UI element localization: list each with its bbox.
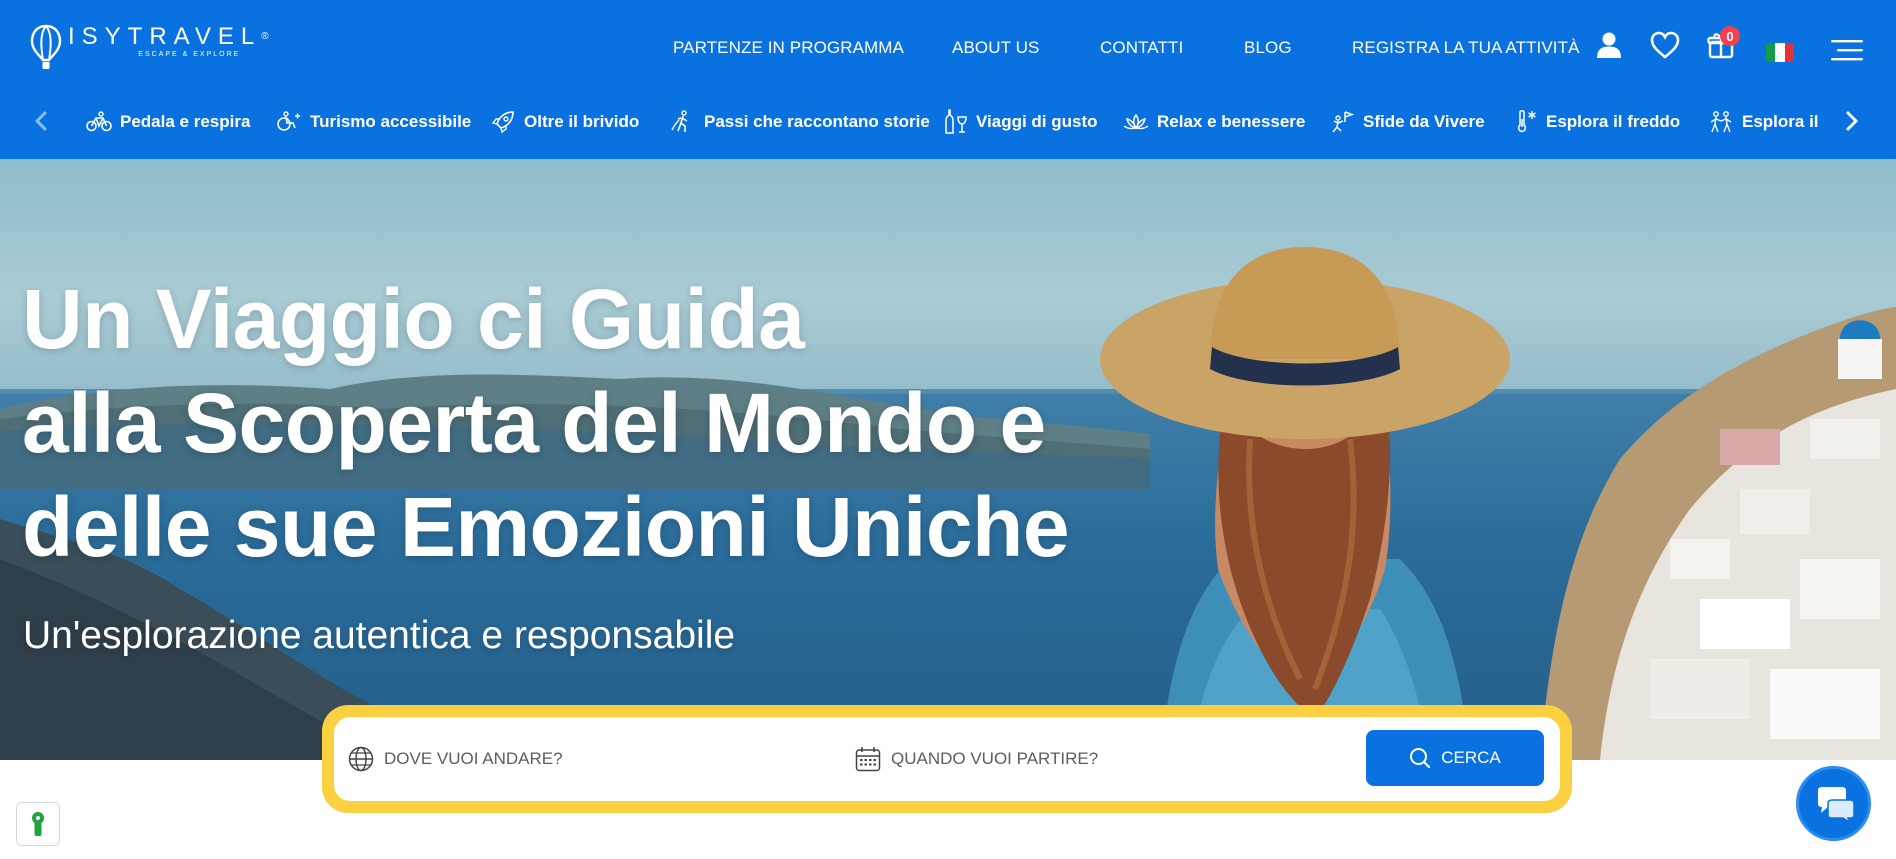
category-label: Turismo accessibile — [310, 112, 472, 131]
search-bar-frame: CERCA — [322, 705, 1572, 813]
nav-partenze[interactable]: PARTENZE IN PROGRAMMA — [673, 38, 904, 58]
category-label: Pedala e respira — [120, 112, 251, 131]
globe-icon — [348, 746, 374, 772]
date-field[interactable] — [855, 739, 1311, 779]
category-oltre-brivido[interactable]: Oltre il brivido — [490, 108, 639, 136]
category-label: Passi che raccontano storie — [704, 112, 930, 131]
hero-title-line: delle sue Emozioni Uniche — [22, 480, 1070, 574]
hamburger-menu-icon — [1831, 40, 1863, 61]
search-form: CERCA — [334, 717, 1560, 801]
chat-button[interactable] — [1796, 766, 1871, 841]
accessibility-icon — [277, 111, 300, 131]
hiker-icon — [671, 110, 688, 132]
flag-stripe-green — [1766, 43, 1776, 62]
language-flag-it[interactable] — [1766, 43, 1794, 62]
bicycle-icon — [86, 111, 112, 132]
carousel-prev-button[interactable] — [29, 108, 53, 134]
chat-bubbles-icon — [1817, 786, 1855, 822]
category-relax[interactable]: Relax e benessere — [1123, 108, 1305, 136]
category-esplora-freddo[interactable]: Esplora il freddo — [1514, 108, 1680, 136]
category-label: Esplora il se — [1742, 112, 1824, 131]
account-button[interactable] — [1594, 30, 1624, 60]
menu-button[interactable] — [1831, 37, 1863, 63]
category-esplora-se[interactable]: Esplora il se — [1708, 108, 1824, 136]
nav-about-us[interactable]: ABOUT US — [952, 38, 1039, 58]
date-input[interactable] — [891, 749, 1311, 769]
category-list: Pedala e respira Turismo accessibile Olt… — [78, 100, 1824, 144]
category-label: Esplora il freddo — [1546, 112, 1681, 131]
wine-icon — [945, 109, 967, 134]
nav-contatti[interactable]: CONTATTI — [1100, 38, 1183, 58]
flag-climb-icon — [1332, 111, 1355, 133]
carousel-next-button[interactable] — [1840, 108, 1864, 134]
category-turismo-accessibile[interactable]: Turismo accessibile — [276, 108, 471, 136]
search-button-label: CERCA — [1441, 748, 1501, 767]
flag-stripe-red — [1784, 43, 1794, 62]
category-viaggi-gusto[interactable]: Viaggi di gusto — [944, 108, 1098, 136]
heart-icon — [1650, 31, 1680, 59]
calendar-icon — [855, 747, 881, 772]
destination-field[interactable] — [348, 739, 804, 779]
site-header: ISYTRAVEL® ESCAPE & EXPLORE PARTENZE IN … — [0, 0, 1896, 159]
cart-count-badge: 0 — [1720, 26, 1740, 46]
keyhole-icon — [32, 812, 44, 836]
lotus-icon — [1123, 113, 1149, 130]
category-label: Relax e benessere — [1157, 112, 1306, 131]
cookie-consent-button[interactable] — [16, 802, 60, 846]
cart-button[interactable]: 0 — [1706, 26, 1740, 60]
category-carousel: Pedala e respira Turismo accessibile Olt… — [0, 100, 1896, 144]
hero-banner: Un Viaggio ci Guida alla Scoperta del Mo… — [0, 159, 1896, 760]
category-label: Oltre il brivido — [524, 112, 640, 131]
search-icon — [1410, 748, 1431, 769]
nav-blog[interactable]: BLOG — [1244, 38, 1292, 58]
category-label: Sfide da Vivere — [1363, 112, 1485, 131]
hero-title-line: alla Scoperta del Mondo e — [22, 376, 1046, 470]
chevron-left-icon — [35, 111, 47, 131]
hero-subtitle: Un'esplorazione autentica e responsabile — [23, 614, 736, 657]
people-icon — [1710, 111, 1732, 133]
hero-traveler-image — [1100, 247, 1510, 760]
search-button[interactable]: CERCA — [1366, 730, 1544, 786]
thermometer-snow-icon — [1517, 110, 1536, 133]
category-pedala[interactable]: Pedala e respira — [86, 108, 250, 136]
hero-title-line: Un Viaggio ci Guida — [22, 272, 805, 366]
hero-title: Un Viaggio ci Guida alla Scoperta del Mo… — [22, 267, 1070, 579]
category-label: Viaggi di gusto — [976, 112, 1098, 131]
destination-input[interactable] — [384, 749, 804, 769]
chevron-right-icon — [1846, 111, 1858, 131]
wishlist-button[interactable] — [1650, 30, 1680, 60]
flag-stripe-white — [1775, 43, 1785, 62]
rocket-icon — [491, 111, 514, 134]
nav-registra-attivita[interactable]: REGISTRA LA TUA ATTIVITÀ — [1352, 38, 1580, 58]
user-icon — [1597, 32, 1621, 58]
category-sfide[interactable]: Sfide da Vivere — [1329, 108, 1485, 136]
category-passi-storie[interactable]: Passi che raccontano storie — [670, 108, 930, 136]
